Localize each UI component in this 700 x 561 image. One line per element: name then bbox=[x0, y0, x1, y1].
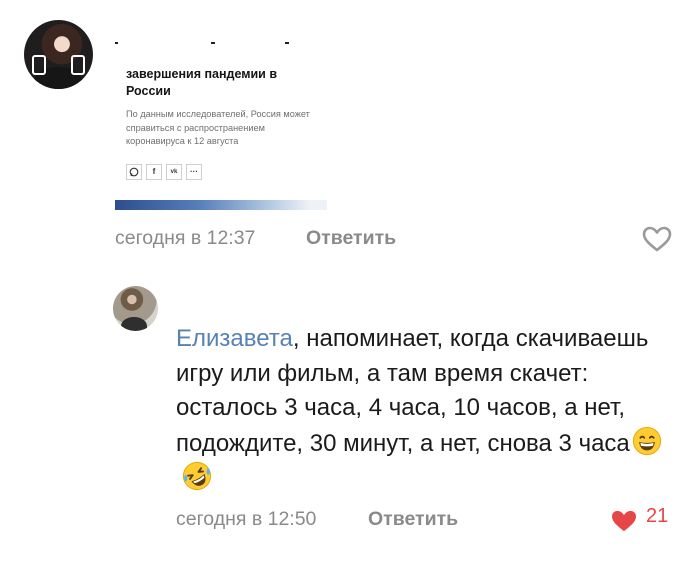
share-bar: f vk ··· bbox=[126, 164, 202, 180]
avatar[interactable] bbox=[24, 20, 93, 89]
reply-button[interactable]: Ответить bbox=[368, 508, 458, 531]
article-photo-strip bbox=[115, 200, 327, 210]
reply-button[interactable]: Ответить bbox=[306, 227, 396, 250]
cropped-text-fragment bbox=[285, 42, 289, 44]
article-lead: По данным исследователей, Россия может с… bbox=[126, 109, 310, 146]
cropped-text-fragment bbox=[115, 42, 118, 44]
article-headline: завершения пандемии в России bbox=[126, 67, 278, 98]
like-heart-icon[interactable] bbox=[642, 226, 672, 252]
avatar-decoration bbox=[32, 55, 46, 75]
comment-text: Елизавета, напоминает, когда скачиваешь … bbox=[176, 322, 676, 497]
more-icon: ··· bbox=[186, 164, 202, 180]
like-count: 21 bbox=[646, 505, 669, 527]
vk-icon: vk bbox=[166, 164, 182, 180]
attached-image[interactable]: завершения пандемии в России По данным и… bbox=[113, 36, 329, 212]
comment-timestamp: сегодня в 12:50 bbox=[176, 508, 317, 530]
rolling-on-floor-laughing-emoji bbox=[182, 461, 212, 491]
comment-timestamp: сегодня в 12:37 bbox=[115, 227, 256, 249]
whatsapp-icon bbox=[126, 164, 142, 180]
grinning-face-emoji bbox=[632, 426, 661, 455]
facebook-icon: f bbox=[146, 164, 162, 180]
avatar-decoration bbox=[71, 55, 85, 75]
like-heart-icon[interactable] bbox=[610, 509, 638, 533]
cropped-text-fragment bbox=[211, 42, 215, 44]
avatar[interactable] bbox=[113, 286, 158, 331]
avatar-body bbox=[121, 317, 147, 331]
mention-link[interactable]: Елизавета bbox=[176, 325, 293, 352]
